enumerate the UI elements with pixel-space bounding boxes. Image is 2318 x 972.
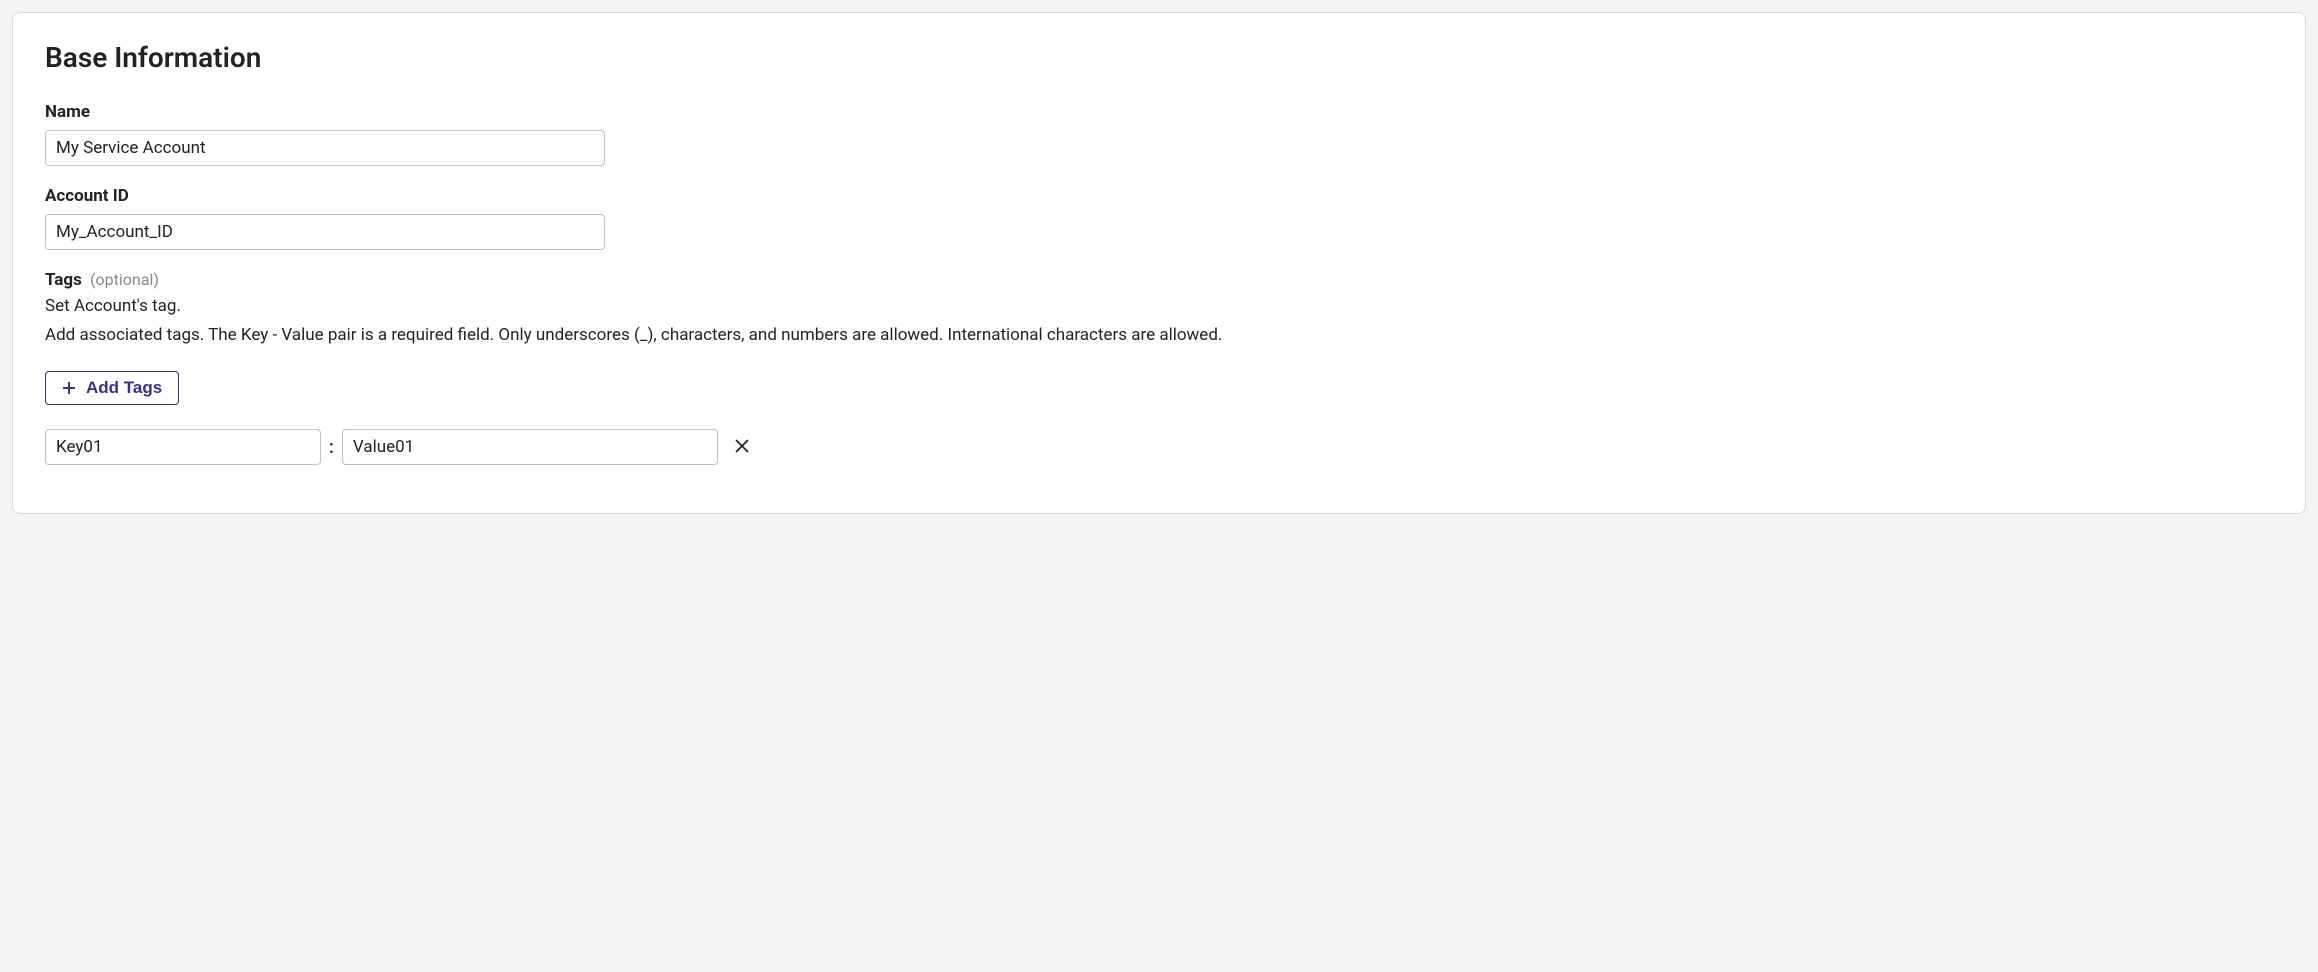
account-id-field-group: Account ID [45, 186, 2273, 250]
tags-help-line2: Add associated tags. The Key - Value pai… [45, 323, 2273, 348]
tags-label-text: Tags [45, 270, 82, 290]
name-input[interactable] [45, 130, 605, 166]
tag-colon-separator: : [327, 437, 336, 458]
add-tags-button[interactable]: Add Tags [45, 371, 179, 405]
tags-optional-label: (optional) [90, 270, 159, 289]
name-label: Name [45, 102, 2273, 122]
plus-icon [62, 381, 76, 395]
add-tags-button-label: Add Tags [86, 378, 162, 398]
base-info-panel: Base Information Name Account ID Tags (o… [12, 12, 2306, 514]
account-id-input[interactable] [45, 214, 605, 250]
close-icon [734, 438, 750, 457]
account-id-label: Account ID [45, 186, 2273, 206]
tag-remove-button[interactable] [730, 434, 754, 461]
section-title: Base Information [45, 41, 2273, 74]
tag-key-input[interactable] [45, 429, 321, 465]
name-field-group: Name [45, 102, 2273, 166]
tags-help-line1: Set Account's tag. [45, 294, 2273, 319]
tag-value-input[interactable] [342, 429, 718, 465]
tags-field-group: Tags (optional) Set Account's tag. Add a… [45, 270, 2273, 465]
tags-label: Tags (optional) [45, 270, 2273, 290]
tag-row: : [45, 429, 2273, 465]
